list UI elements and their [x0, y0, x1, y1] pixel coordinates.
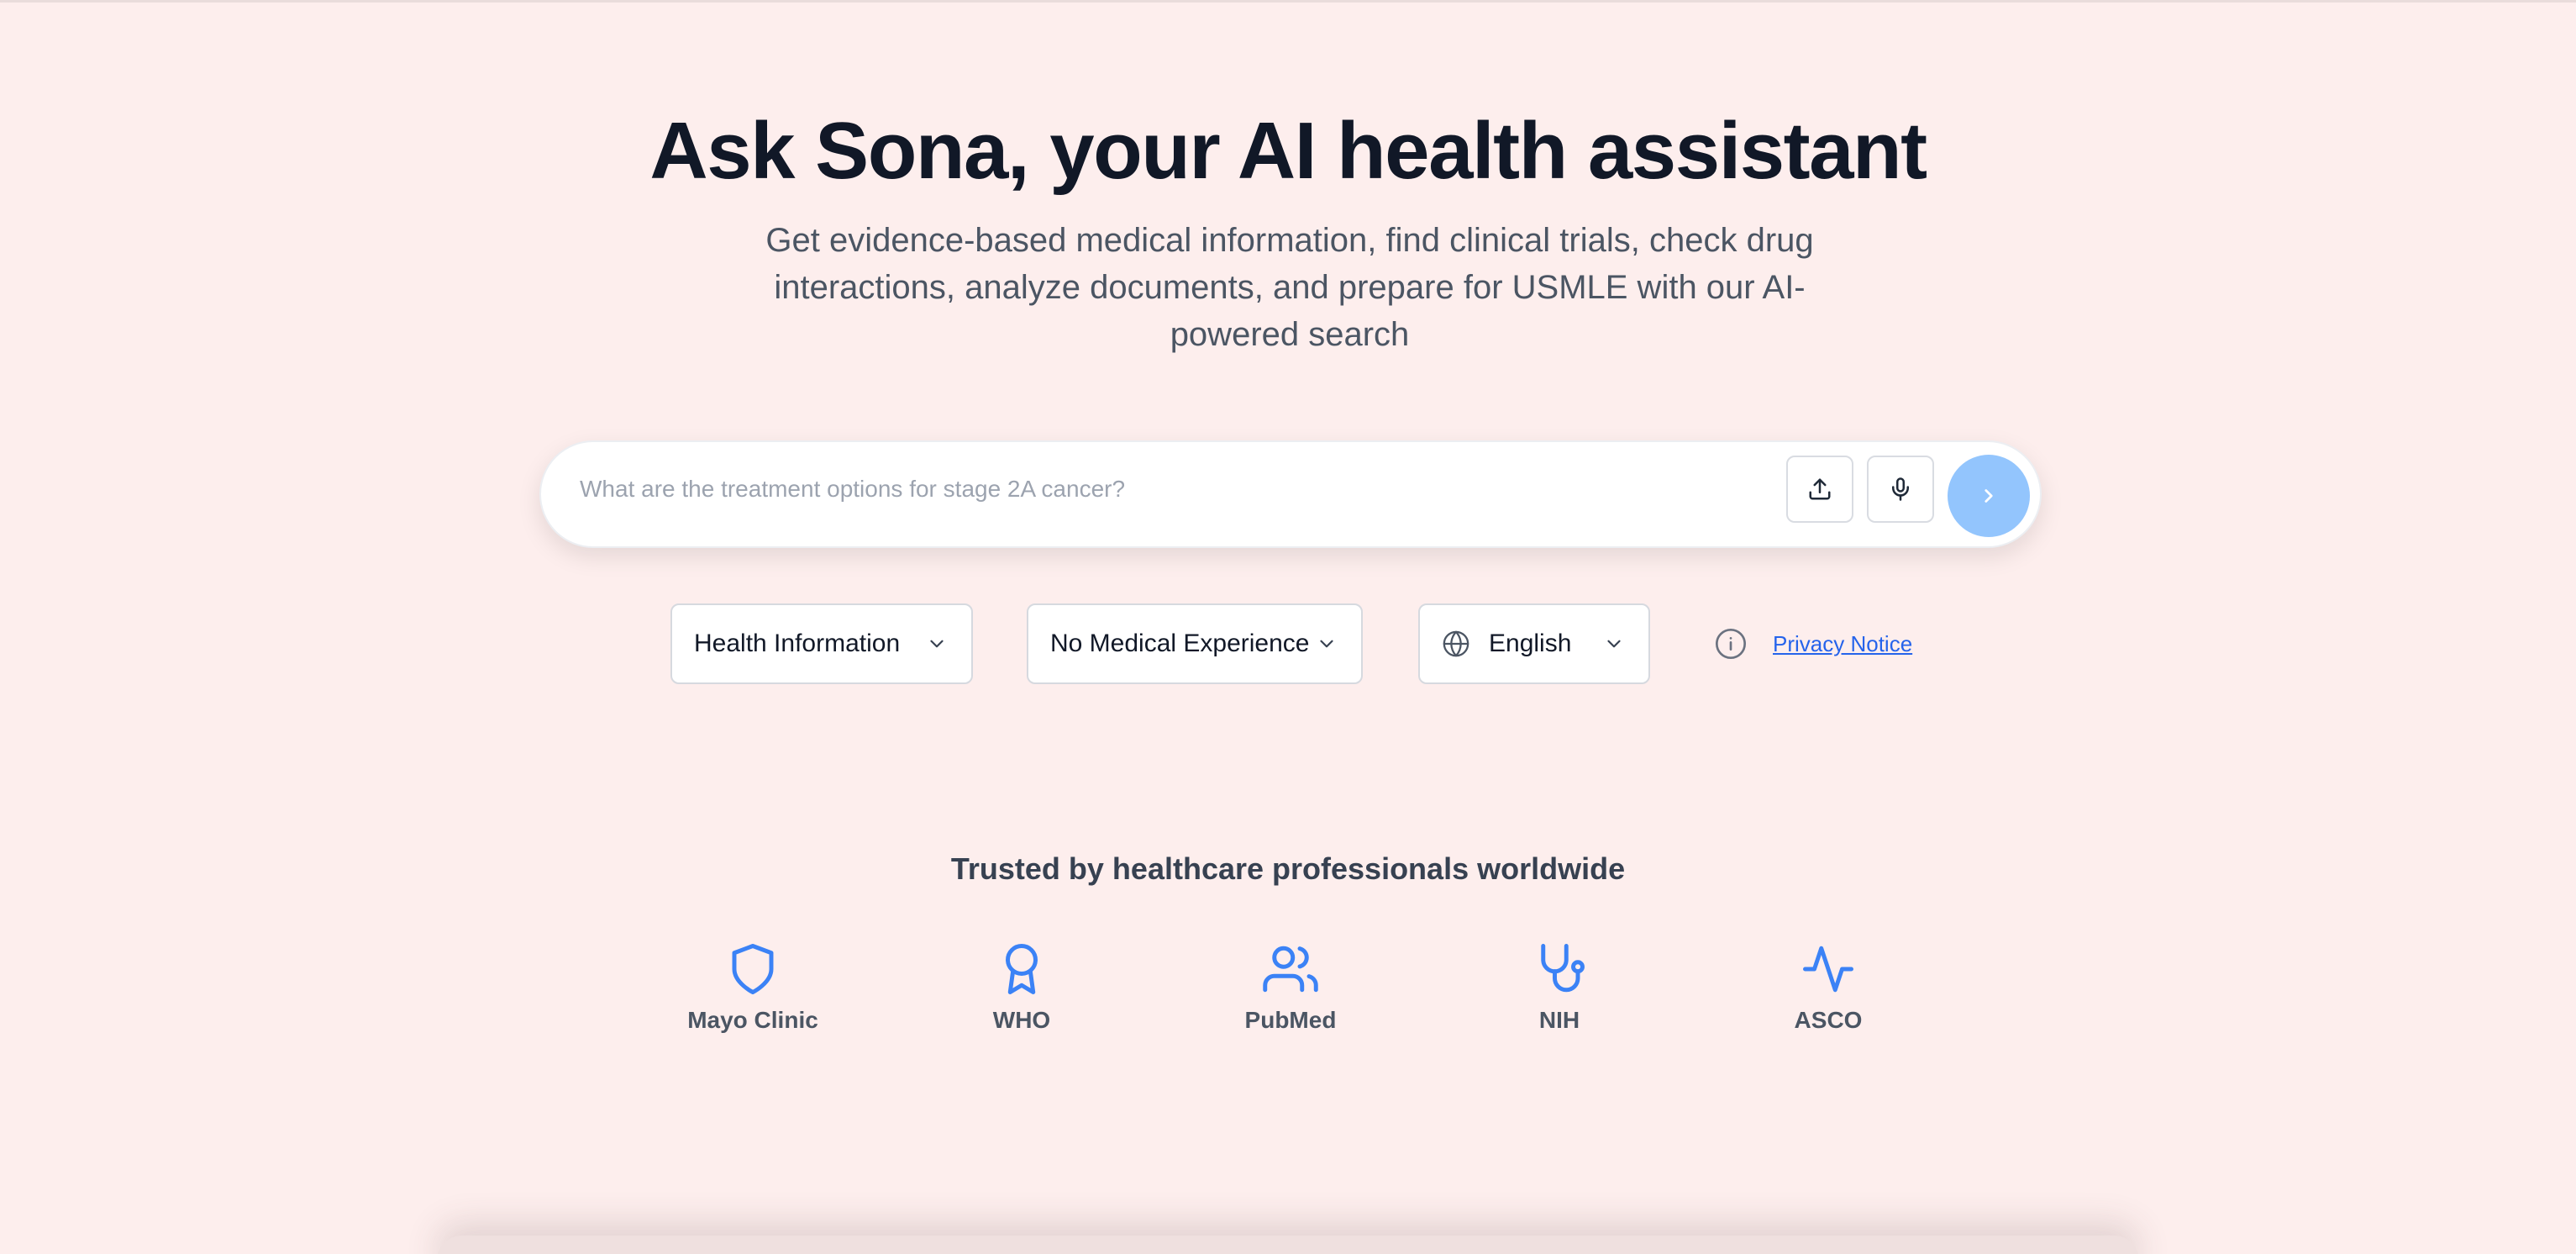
info-icon — [1714, 625, 1751, 662]
search-bar — [539, 440, 2042, 548]
globe-icon — [1442, 629, 1472, 659]
chevron-down-icon — [1314, 631, 1339, 656]
top-border — [0, 0, 2576, 3]
upload-icon — [1809, 478, 1831, 500]
language-select[interactable]: English — [1418, 603, 1650, 684]
partner-name: PubMed — [1244, 1007, 1337, 1033]
page-subtitle: Get evidence-based medical information, … — [765, 222, 1814, 353]
partner-nih: NIH — [1459, 941, 1660, 1034]
page-title: Ask Sona, your AI health assistant — [649, 106, 1927, 196]
chevron-right-icon — [1985, 489, 1993, 503]
chevron-down-icon — [924, 631, 949, 656]
chevron-down-icon — [1601, 631, 1627, 656]
partner-pubmed: PubMed — [1190, 941, 1391, 1034]
topic-select-label: Health Information — [694, 630, 901, 657]
privacy-notice-link[interactable]: Privacy Notice — [1773, 631, 1912, 657]
award-icon — [1006, 944, 1038, 994]
privacy-notice: Privacy Notice — [1714, 625, 1912, 662]
partner-asco: ASCO — [1727, 941, 1929, 1034]
language-select-label: English — [1489, 630, 1572, 657]
search-input[interactable] — [580, 464, 1756, 514]
bottom-panel-shadow — [437, 1236, 2139, 1254]
partner-name: WHO — [992, 1007, 1051, 1033]
microphone-button[interactable] — [1867, 456, 1934, 523]
partner-name: Mayo Clinic — [687, 1007, 818, 1033]
experience-select[interactable]: No Medical Experience — [1027, 603, 1363, 684]
page: Ask Sona, your AI health assistant Get e… — [0, 0, 2576, 1254]
partner-name: NIH — [1538, 1007, 1580, 1033]
experience-select-label: No Medical Experience — [1050, 630, 1310, 657]
partner-who: WHO — [921, 941, 1122, 1034]
topic-select[interactable]: Health Information — [670, 603, 973, 684]
shield-icon — [732, 944, 774, 994]
send-button[interactable] — [1948, 455, 2030, 537]
partner-name: ASCO — [1794, 1007, 1863, 1033]
users-icon — [1263, 946, 1318, 993]
microphone-icon — [1892, 477, 1909, 501]
upload-button[interactable] — [1786, 456, 1853, 523]
activity-icon — [1803, 946, 1853, 993]
trusted-heading: Trusted by healthcare professionals worl… — [950, 851, 1626, 886]
stethoscope-icon — [1541, 944, 1585, 993]
partner-mayo-clinic: Mayo Clinic — [652, 941, 854, 1034]
